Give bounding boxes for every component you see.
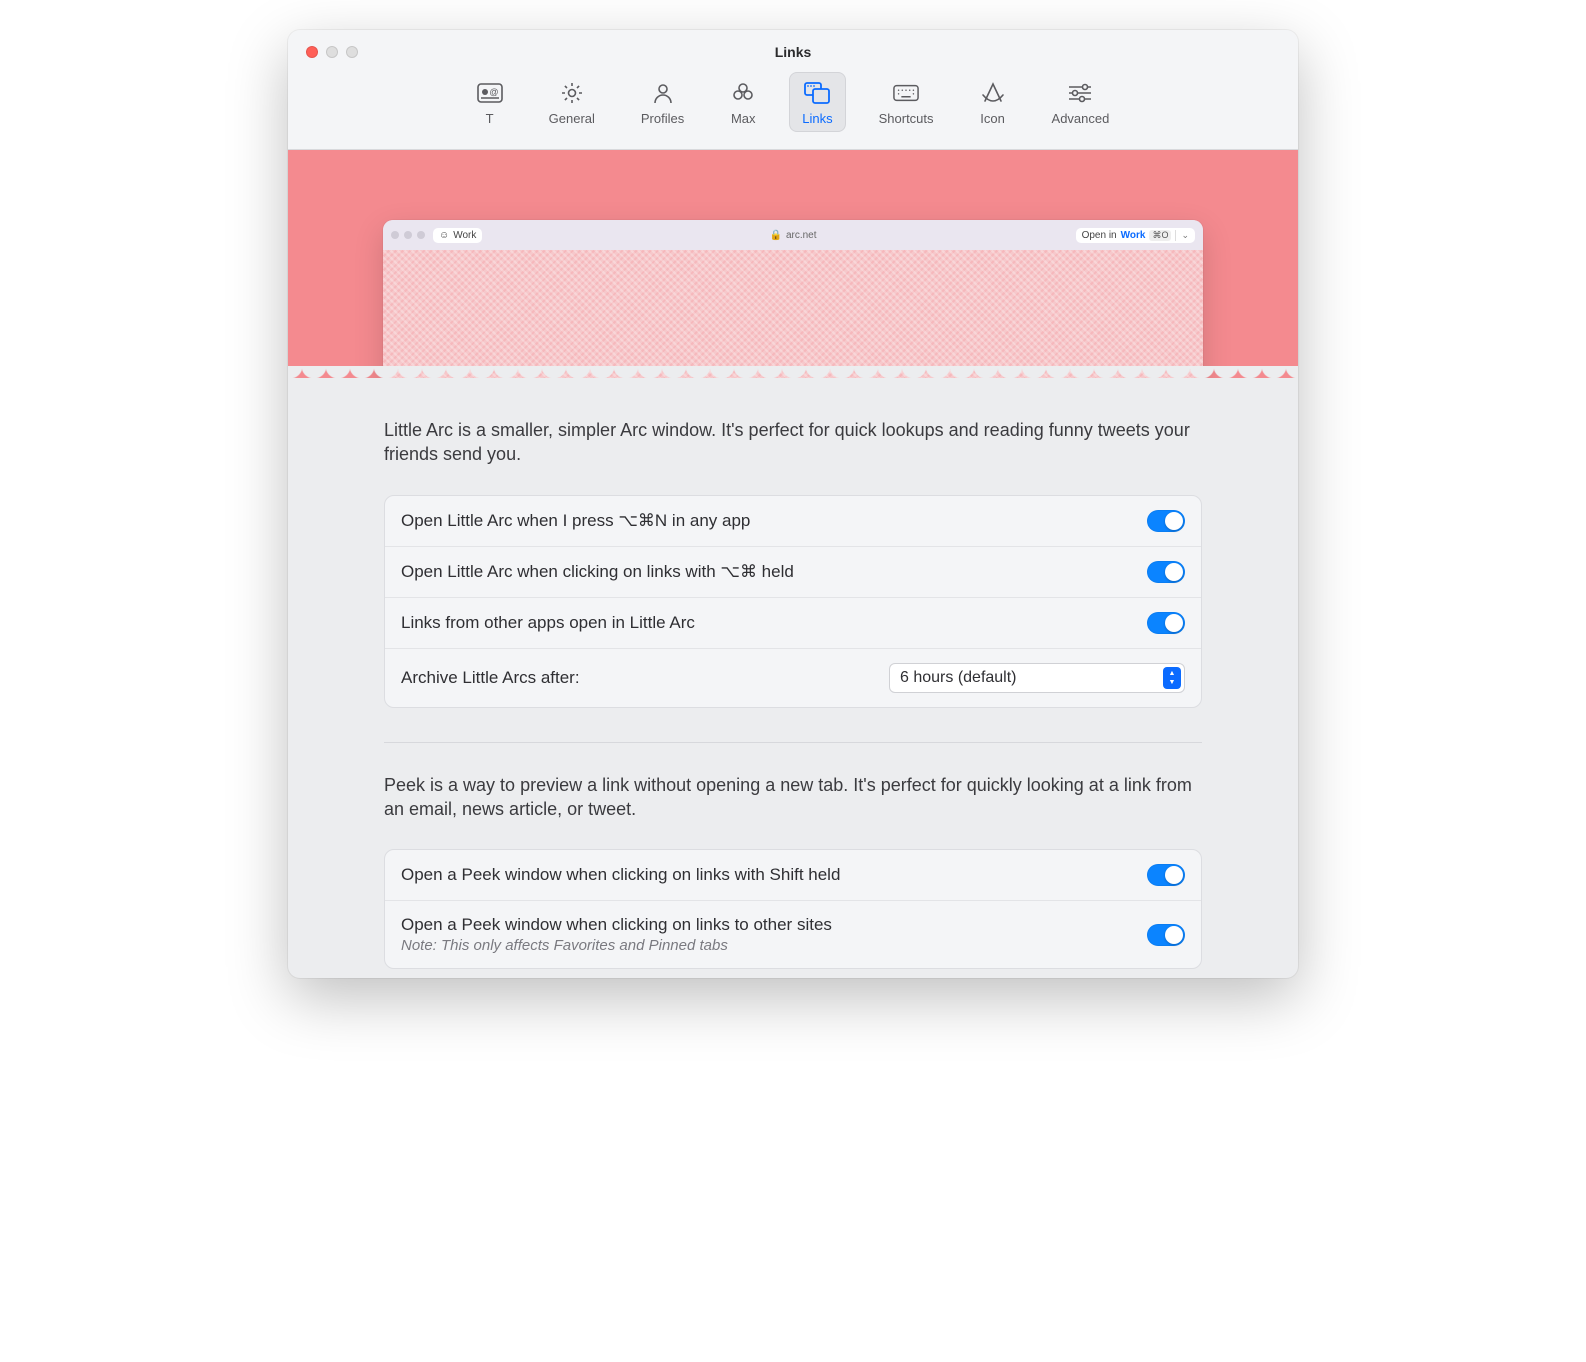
mini-open-profile: Work [1121,230,1146,241]
content: Little Arc is a smaller, simpler Arc win… [288,378,1298,969]
archive-after-value: 6 hours (default) [900,669,1017,687]
select-stepper-icon: ▲▼ [1163,667,1181,689]
toggle-open-little-arc-shortcut[interactable] [1147,510,1185,532]
lock-icon: 🔒 [769,230,781,241]
tab-t[interactable]: @ T [464,72,516,132]
tab-shortcuts[interactable]: Shortcuts [866,72,947,132]
row-label: Archive Little Arcs after: [401,668,580,688]
svg-text:@: @ [489,87,498,97]
tab-label: General [549,111,595,126]
row-peek-shift: Open a Peek window when clicking on link… [385,850,1201,901]
toggle-links-open-little-arc[interactable] [1147,612,1185,634]
tab-max[interactable]: Max [717,72,769,132]
keyboard-icon [893,80,919,106]
row-label: Open Little Arc when I press ⌥⌘N in any … [401,511,750,531]
window-title: Links [288,44,1298,60]
row-peek-other-sites: Open a Peek window when clicking on link… [385,901,1201,968]
row-note: Note: This only affects Favorites and Pi… [401,937,832,954]
row-label: Open a Peek window when clicking on link… [401,915,832,935]
little-arc-preview-window: ☺ Work 🔒 arc.net Open in Work ⌘O ⌄ [383,220,1203,378]
tab-advanced[interactable]: Advanced [1039,72,1123,132]
tab-label: Shortcuts [879,111,934,126]
row-open-little-arc-shortcut: Open Little Arc when I press ⌥⌘N in any … [385,496,1201,547]
hero-preview: ☺ Work 🔒 arc.net Open in Work ⌘O ⌄ [288,150,1298,378]
toolbar: @ T General [288,72,1298,132]
row-label: Open Little Arc when clicking on links w… [401,562,794,582]
arc-logo-icon [980,80,1006,106]
row-label: Links from other apps open in Little Arc [401,613,695,633]
tab-label: Max [731,111,756,126]
chevron-down-icon: ⌄ [1175,230,1189,241]
mini-profile-badge: ☺ Work [433,228,482,243]
tab-label: Icon [980,111,1005,126]
tab-icon[interactable]: Icon [967,72,1019,132]
peek-description: Peek is a way to preview a link without … [384,773,1202,822]
tab-label: Profiles [641,111,684,126]
sliders-icon [1067,80,1093,106]
person-icon [650,80,676,106]
badge-icon: @ [477,80,503,106]
tab-general[interactable]: General [536,72,608,132]
tab-label: T [486,111,494,126]
mini-body [383,250,1203,378]
row-links-open-little-arc: Links from other apps open in Little Arc [385,598,1201,649]
little-arc-description: Little Arc is a smaller, simpler Arc win… [384,418,1202,467]
tab-links[interactable]: Links [789,72,845,132]
mini-titlebar: ☺ Work 🔒 arc.net Open in Work ⌘O ⌄ [383,220,1203,250]
mini-profile-label: Work [453,230,476,241]
tab-profiles[interactable]: Profiles [628,72,697,132]
gear-icon [559,80,585,106]
preferences-window: Links @ T [288,30,1298,978]
flower-icon [730,80,756,106]
archive-after-select[interactable]: 6 hours (default) ▲▼ [889,663,1185,693]
tab-label: Links [802,111,832,126]
mini-open-prefix: Open in [1082,230,1117,241]
toggle-open-little-arc-click[interactable] [1147,561,1185,583]
row-archive-after: Archive Little Arcs after: 6 hours (defa… [385,649,1201,707]
titlebar: Links @ T [288,30,1298,150]
peek-settings-card: Open a Peek window when clicking on link… [384,849,1202,969]
row-open-little-arc-click: Open Little Arc when clicking on links w… [385,547,1201,598]
row-label: Open a Peek window when clicking on link… [401,865,840,885]
toggle-peek-other-sites[interactable] [1147,924,1185,946]
mini-open-shortcut: ⌘O [1149,230,1171,241]
little-arc-settings-card: Open Little Arc when I press ⌥⌘N in any … [384,495,1202,708]
section-divider [384,742,1202,743]
mini-traffic-lights [391,231,425,239]
windows-icon [804,80,830,106]
smile-icon: ☺ [439,230,449,241]
tab-label: Advanced [1052,111,1110,126]
mini-open-in-button: Open in Work ⌘O ⌄ [1076,228,1195,243]
toggle-peek-shift[interactable] [1147,864,1185,886]
mini-url-text: arc.net [786,230,817,241]
